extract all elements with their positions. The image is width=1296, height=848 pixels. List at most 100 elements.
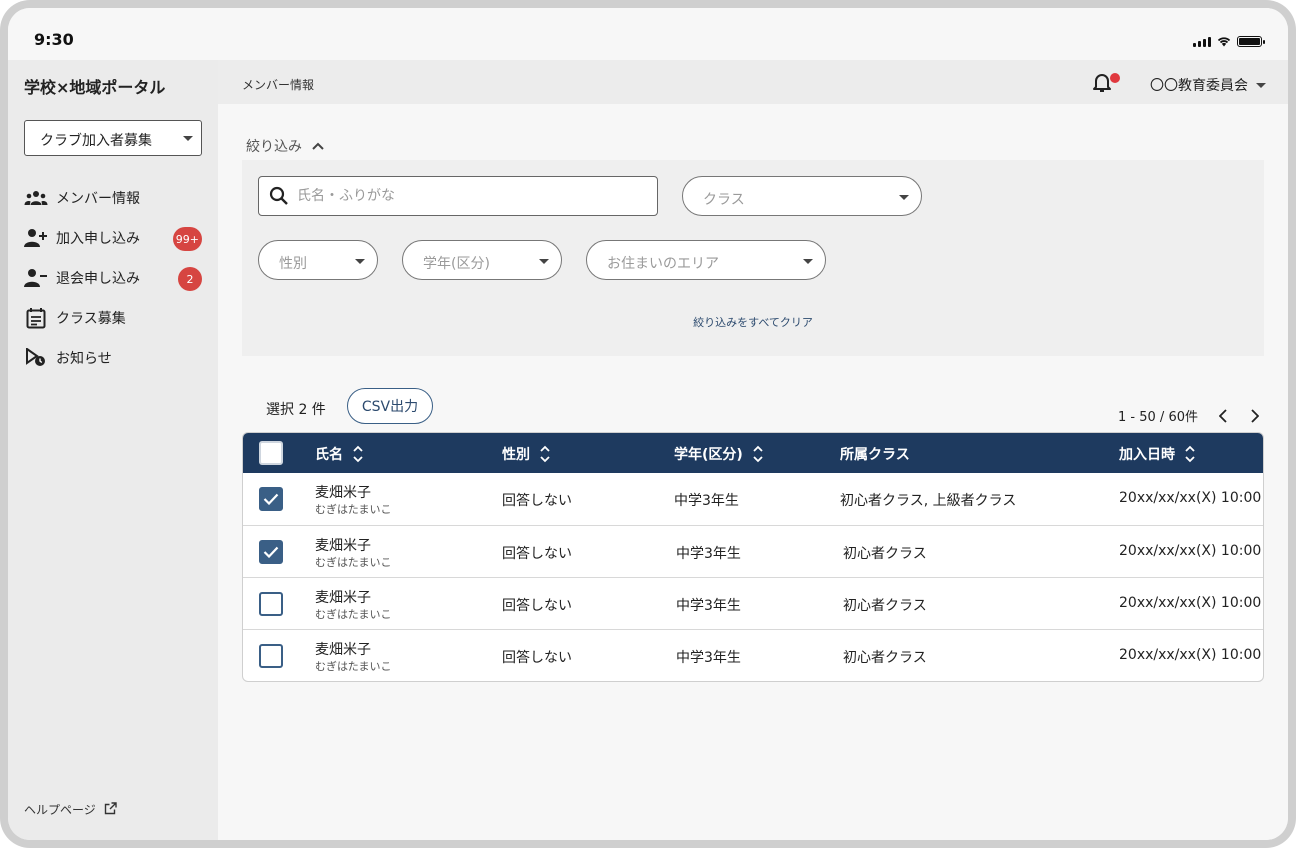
area-select-placeholder: お住まいのエリア: [607, 256, 719, 272]
pagination-range: 1 - 50 / 60件: [1118, 410, 1198, 425]
caret-down-icon: [803, 259, 813, 264]
filter-panel: クラス 性別 学年(区分) お住まいのエリア 絞り込みをすべてクリア: [242, 160, 1264, 356]
person-remove-icon: [24, 266, 48, 290]
member-grade: 中学3年生: [674, 493, 739, 509]
sidebar-item-leave-requests[interactable]: 退会申し込み 2: [24, 258, 204, 298]
sidebar-nav: メンバー情報 加入申し込み 99+ 退会申し込み 2 クラス募集 お知らせ: [24, 178, 204, 378]
sidebar-item-members[interactable]: メンバー情報: [24, 178, 204, 218]
member-joined: 20xx/xx/xx(X) 10:00: [1119, 647, 1262, 663]
member-gender: 回答しない: [502, 493, 572, 509]
chevron-left-icon[interactable]: [1216, 408, 1230, 423]
caret-down-icon: [355, 259, 365, 264]
table-row[interactable]: 麦畑米子 むぎはたまいこ 回答しない 中学3年生 初心者クラス, 上級者クラス …: [243, 473, 1263, 525]
member-class: 初心者クラス, 上級者クラス: [840, 493, 1017, 509]
sidebar-item-join-requests[interactable]: 加入申し込み 99+: [24, 218, 204, 258]
member-kana: むぎはたまいこ: [315, 556, 392, 569]
member-grade: 中学3年生: [676, 650, 741, 666]
grade-select[interactable]: 学年(区分): [402, 240, 562, 280]
sort-icon: [540, 445, 550, 463]
member-joined: 20xx/xx/xx(X) 10:00: [1119, 595, 1262, 611]
member-class: 初心者クラス: [843, 650, 927, 666]
member-name: 麦畑米子: [315, 642, 371, 658]
clear-filters-link[interactable]: 絞り込みをすべてクリア: [242, 314, 1264, 330]
column-label: 学年(区分): [674, 447, 743, 463]
caret-down-icon: [899, 195, 909, 200]
sort-icon: [353, 445, 363, 463]
gender-select[interactable]: 性別: [258, 240, 378, 280]
column-header-class[interactable]: 所属クラス: [840, 444, 910, 464]
row-checkbox[interactable]: [259, 540, 283, 564]
gender-select-placeholder: 性別: [279, 256, 307, 272]
notification-dot: [1110, 73, 1120, 83]
caret-down-icon: [539, 259, 549, 264]
member-gender: 回答しない: [502, 650, 572, 666]
class-select[interactable]: クラス: [682, 176, 922, 216]
check-icon: [263, 493, 279, 505]
external-link-icon: [104, 801, 117, 818]
calendar-list-icon: [24, 306, 48, 330]
filter-toggle[interactable]: 絞り込み: [246, 136, 324, 156]
select-all-checkbox[interactable]: [259, 441, 283, 465]
status-bar: 9:30: [8, 8, 1288, 60]
pagination: 1 - 50 / 60件: [1118, 406, 1262, 425]
csv-export-button[interactable]: CSV出力: [347, 388, 433, 424]
chevron-right-icon[interactable]: [1248, 408, 1262, 423]
account-name: 〇〇教育委員会: [1150, 78, 1248, 94]
battery-icon: [1237, 36, 1265, 47]
area-select[interactable]: お住まいのエリア: [586, 240, 826, 280]
top-header: メンバー情報 〇〇教育委員会: [218, 60, 1288, 104]
column-header-gender[interactable]: 性別: [502, 444, 550, 464]
chevron-up-icon: [312, 138, 324, 154]
sidebar-item-class-recruit[interactable]: クラス募集: [24, 298, 204, 338]
sidebar-item-news[interactable]: お知らせ: [24, 338, 204, 378]
club-select[interactable]: クラブ加入者募集: [24, 120, 202, 156]
column-label: 性別: [502, 447, 530, 463]
row-checkbox[interactable]: [259, 644, 283, 668]
filter-toggle-label: 絞り込み: [246, 139, 302, 155]
member-gender: 回答しない: [502, 598, 572, 614]
member-joined: 20xx/xx/xx(X) 10:00: [1119, 543, 1262, 559]
help-label: ヘルプページ: [24, 803, 96, 817]
members-table: 氏名 性別 学年(区分) 所属クラス 加入日時 麦畑米子 むぎはたまいこ 回答し…: [242, 432, 1264, 682]
breadcrumb: メンバー情報: [242, 78, 315, 92]
wifi-icon: [1217, 36, 1231, 47]
notification-badge: 99+: [172, 227, 202, 251]
main-content: 絞り込み クラス 性別 学年(区分): [218, 104, 1288, 840]
member-joined: 20xx/xx/xx(X) 10:00: [1119, 490, 1262, 506]
member-kana: むぎはたまいこ: [315, 660, 392, 673]
column-header-grade[interactable]: 学年(区分): [674, 444, 763, 464]
column-label: 氏名: [315, 447, 343, 463]
help-link[interactable]: ヘルプページ: [24, 801, 117, 818]
member-class: 初心者クラス: [843, 546, 927, 562]
grade-select-placeholder: 学年(区分): [423, 256, 490, 272]
member-kana: むぎはたまいこ: [315, 608, 392, 621]
member-grade: 中学3年生: [676, 546, 741, 562]
member-kana: むぎはたまいこ: [315, 503, 392, 516]
member-name: 麦畑米子: [315, 590, 371, 606]
signal-icon: [1193, 37, 1211, 47]
sidebar-item-label: お知らせ: [56, 351, 112, 367]
caret-down-icon: [183, 136, 193, 141]
portal-title: 学校×地域ポータル: [24, 78, 166, 97]
row-checkbox[interactable]: [259, 592, 283, 616]
column-label: 所属クラス: [840, 447, 910, 463]
sort-icon: [1185, 445, 1195, 463]
table-row[interactable]: 麦畑米子 むぎはたまいこ 回答しない 中学3年生 初心者クラス 20xx/xx/…: [243, 577, 1263, 629]
people-icon: [24, 186, 48, 210]
column-label: 加入日時: [1119, 447, 1175, 463]
status-icons: [1193, 36, 1265, 47]
table-row[interactable]: 麦畑米子 むぎはたまいこ 回答しない 中学3年生 初心者クラス 20xx/xx/…: [243, 629, 1263, 681]
search-field[interactable]: [258, 176, 658, 216]
account-menu[interactable]: 〇〇教育委員会: [1150, 75, 1266, 95]
member-grade: 中学3年生: [676, 598, 741, 614]
sidebar-item-label: メンバー情報: [56, 191, 140, 207]
column-header-joined[interactable]: 加入日時: [1119, 444, 1195, 464]
row-checkbox[interactable]: [259, 487, 283, 511]
table-body: 麦畑米子 むぎはたまいこ 回答しない 中学3年生 初心者クラス, 上級者クラス …: [243, 473, 1263, 681]
selection-count: 選択 2 件: [266, 402, 326, 418]
search-input[interactable]: [297, 188, 637, 204]
table-row[interactable]: 麦畑米子 むぎはたまいこ 回答しない 中学3年生 初心者クラス 20xx/xx/…: [243, 525, 1263, 577]
column-header-name[interactable]: 氏名: [315, 444, 363, 464]
member-gender: 回答しない: [502, 546, 572, 562]
check-icon: [263, 546, 279, 558]
